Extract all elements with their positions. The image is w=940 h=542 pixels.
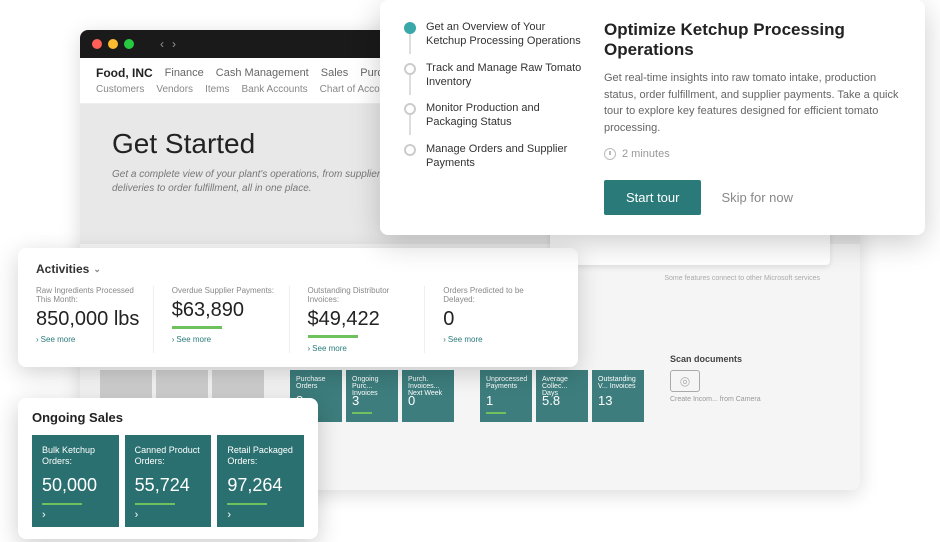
see-more-link[interactable]: ›See more [308,344,413,353]
chevron-down-icon: ⌄ [93,264,101,275]
metric-overdue-payments: Overdue Supplier Payments: $63,890 ›See … [172,286,290,353]
chevron-right-icon: › [42,509,46,521]
nav-cash[interactable]: Cash Management [216,67,309,79]
tour-overlay-card: Get an Overview of Your Ketchup Processi… [380,0,925,235]
see-more-link[interactable]: ›See more [172,335,277,344]
sales-tile-bulk[interactable]: Bulk Ketchup Orders: 50,000 › [32,435,119,527]
metric-delayed-orders: Orders Predicted to be Delayed: 0 ›See m… [443,286,560,353]
camera-icon[interactable]: ◎ [670,370,700,392]
metric-outstanding-invoices: Outstanding Distributor Invoices: $49,42… [308,286,426,353]
subnav-items[interactable]: Items [205,84,229,95]
see-more-link[interactable]: ›See more [443,335,548,344]
tour-title: Optimize Ketchup Processing Operations [604,20,901,60]
activities-card: Activities ⌄ Raw Ingredients Processed T… [18,248,578,367]
progress-bar [172,326,222,329]
progress-bar [227,503,267,505]
tour-duration: 2 minutes [604,148,901,160]
chevron-right-icon: › [227,509,231,521]
payment-tile[interactable]: Outstanding V... Invoices13 [592,370,644,422]
subnav-vendors[interactable]: Vendors [156,84,193,95]
tour-step-2[interactable]: Track and Manage Raw Tomato Inventory [404,61,584,98]
progress-bar [42,503,82,505]
tour-main-content: Optimize Ketchup Processing Operations G… [604,20,901,215]
metric-raw-ingredients: Raw Ingredients Processed This Month: 85… [36,286,154,353]
ongoing-sales-card: Ongoing Sales Bulk Ketchup Orders: 50,00… [18,398,318,539]
back-icon[interactable]: ‹ [160,37,164,51]
activities-header[interactable]: Activities ⌄ [36,262,560,276]
nav-arrows: ‹ › [160,37,176,51]
see-more-link[interactable]: ›See more [36,335,141,344]
scan-subtext: Create Incom... from Camera [670,396,840,403]
tour-steps-list: Get an Overview of Your Ketchup Processi… [404,20,584,215]
clock-icon [604,148,616,160]
section-scan-title: Scan documents [670,354,840,364]
step-dot-icon [404,144,416,156]
sales-tile-canned[interactable]: Canned Product Orders: 55,724 › [125,435,212,527]
tour-description: Get real-time insights into raw tomato i… [604,70,901,136]
start-tour-button[interactable]: Start tour [604,180,701,215]
close-window-button[interactable] [92,39,102,49]
tour-step-1[interactable]: Get an Overview of Your Ketchup Processi… [404,20,584,57]
step-dot-active-icon [404,22,416,34]
tour-step-3[interactable]: Monitor Production and Packaging Status [404,101,584,138]
sales-tile-retail[interactable]: Retail Packaged Orders: 97,264 › [217,435,304,527]
skip-tour-link[interactable]: Skip for now [721,190,793,205]
step-dot-icon [404,63,416,75]
purchase-tile[interactable]: Purch. Invoices... Next Week0 [402,370,454,422]
payment-tile[interactable]: Average Collec... Days5.8 [536,370,588,422]
app-title: Food, INC [96,66,153,80]
progress-bar [135,503,175,505]
purchase-tile[interactable]: Ongoing Purc... Invoices3 [346,370,398,422]
mini-footer-text: Some features connect to other Microsoft… [664,275,820,282]
forward-icon[interactable]: › [172,37,176,51]
payment-tile[interactable]: Unprocessed Payments1 [480,370,532,422]
progress-bar [308,335,358,338]
nav-finance[interactable]: Finance [165,67,204,79]
sales-card-title: Ongoing Sales [32,410,304,425]
subnav-customers[interactable]: Customers [96,84,144,95]
maximize-window-button[interactable] [124,39,134,49]
tour-step-4[interactable]: Manage Orders and Supplier Payments [404,142,584,179]
step-dot-icon [404,103,416,115]
chevron-right-icon: › [135,509,139,521]
nav-sales[interactable]: Sales [321,67,349,79]
subnav-bank[interactable]: Bank Accounts [242,84,308,95]
minimize-window-button[interactable] [108,39,118,49]
hero-subtitle: Get a complete view of your plant's oper… [112,168,412,196]
